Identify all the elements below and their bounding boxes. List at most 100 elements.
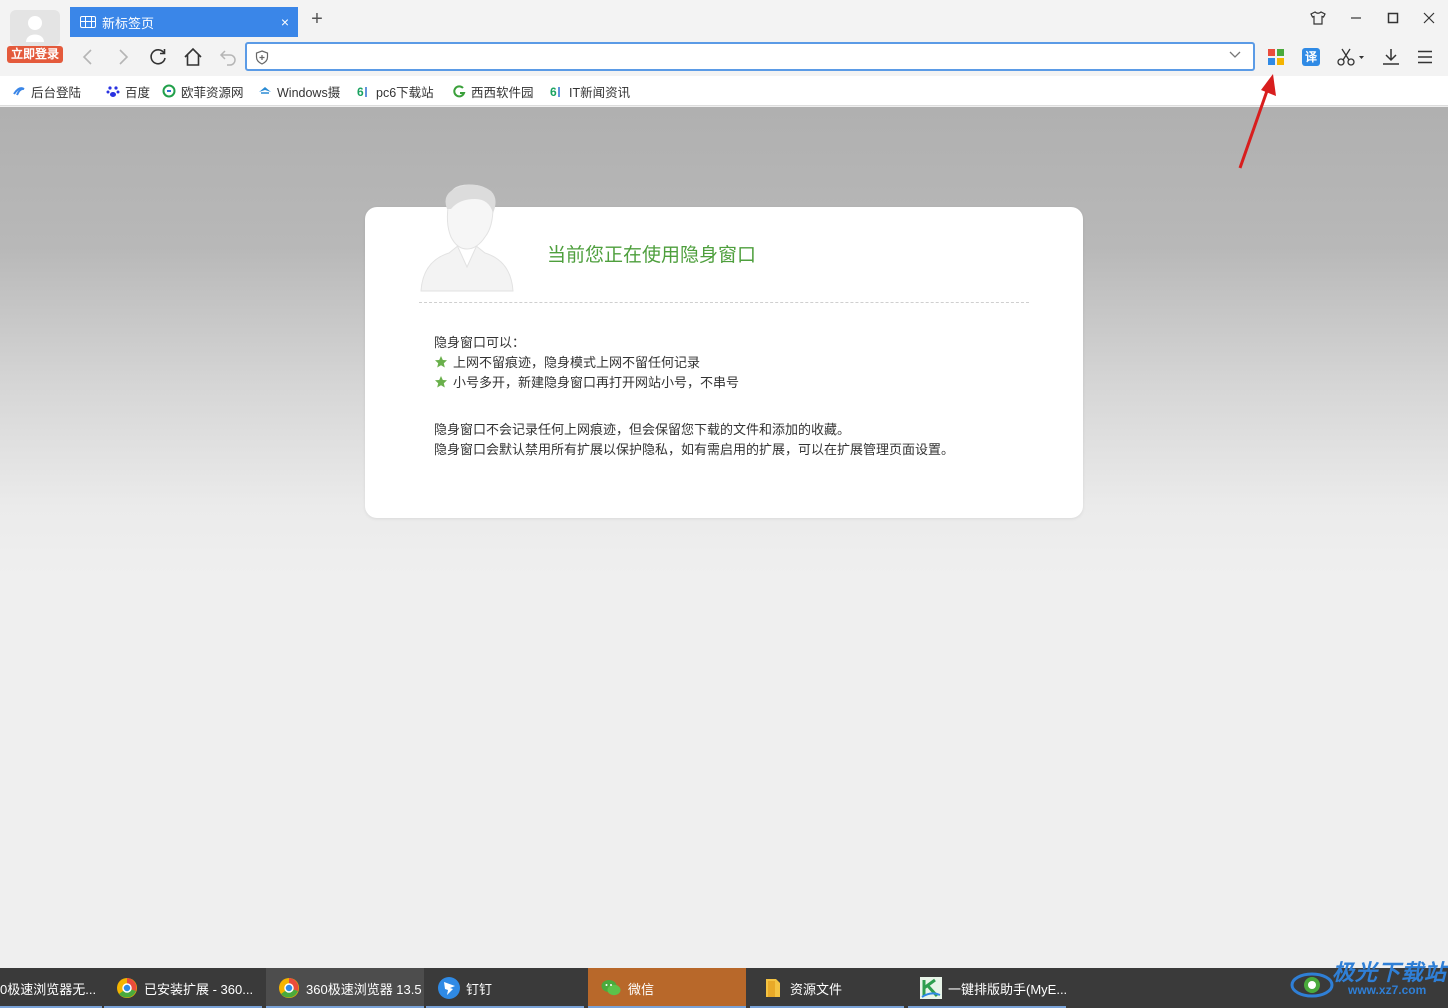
taskbar-label: 一键排版助手(MyE...: [948, 981, 1066, 997]
browser-360-icon: [117, 978, 137, 998]
close-window-button[interactable]: [1411, 4, 1447, 32]
login-badge[interactable]: 立即登录: [7, 46, 63, 63]
g-leaf-icon: [453, 85, 466, 98]
hamburger-menu-icon: [1418, 50, 1432, 64]
refresh-circle-icon: [162, 84, 176, 98]
shield-icon[interactable]: [255, 50, 269, 65]
undo-icon: [219, 50, 236, 66]
skin-button[interactable]: [1300, 4, 1336, 32]
taskbar-label: 已安装扩展 - 360...: [144, 981, 254, 997]
taskbar-item[interactable]: 资源文件: [750, 968, 904, 1008]
bookmark-label: 后台登陆: [31, 85, 82, 100]
pc6-icon: 6: [550, 85, 560, 98]
watermark: 极光下载站 www.xz7.com: [1290, 955, 1448, 1008]
taskbar-item[interactable]: 微信: [588, 968, 746, 1008]
bookmark-item[interactable]: Windows摄: [258, 82, 344, 100]
grid-icon: [80, 16, 96, 28]
refresh-icon: [150, 49, 166, 65]
bookmark-item[interactable]: 欧菲资源网: [162, 82, 244, 100]
undo-close-button[interactable]: [213, 42, 243, 72]
annotation-arrow: [1238, 74, 1276, 169]
translate-button[interactable]: 译: [1298, 44, 1324, 70]
taskbar-label: 0极速浏览器无...: [0, 981, 97, 997]
taskbar-label: 360极速浏览器 13.5: [306, 981, 422, 997]
incognito-note: 隐身窗口不会记录任何上网痕迹，但会保留您下载的文件和添加的收藏。: [434, 422, 851, 437]
chevron-down-icon[interactable]: [1229, 50, 1241, 60]
incognito-title: 当前您正在使用隐身窗口: [547, 245, 757, 266]
incognito-page: 当前您正在使用隐身窗口 隐身窗口可以： 上网不留痕迹，隐身模式上网不留任何记录 …: [0, 107, 1448, 968]
url-input[interactable]: [277, 47, 1207, 66]
pc6-icon: 6: [357, 85, 367, 98]
close-icon: [1423, 12, 1435, 24]
svg-text:6: 6: [357, 85, 364, 98]
screenshot-button[interactable]: [1334, 44, 1370, 70]
taskbar-item[interactable]: 已安装扩展 - 360...: [104, 968, 262, 1008]
folder-icon: [766, 979, 780, 997]
typeset-icon: [920, 977, 942, 999]
bookmark-label: 百度: [125, 85, 151, 100]
extensions-button[interactable]: [1263, 44, 1289, 70]
star-icon: [435, 355, 447, 367]
incognito-card: 当前您正在使用隐身窗口 隐身窗口可以： 上网不留痕迹，隐身模式上网不留任何记录 …: [365, 184, 1083, 518]
back-button[interactable]: [73, 42, 103, 72]
watermark-logo-icon: [1290, 972, 1334, 998]
taskbar-label: 资源文件: [790, 981, 843, 997]
back-arrow-icon: [82, 49, 92, 65]
user-avatar[interactable]: [10, 10, 60, 46]
title-bar: 立即登录 新标签页 × +: [0, 0, 1448, 63]
bookmark-item[interactable]: 后台登陆: [12, 82, 92, 100]
minimize-button[interactable]: [1338, 4, 1374, 32]
feature-item: 小号多开，新建隐身窗口再打开网站小号，不串号: [434, 372, 739, 391]
forward-button[interactable]: [108, 42, 138, 72]
menu-button[interactable]: [1412, 44, 1438, 70]
tab-new-tab[interactable]: 新标签页 ×: [70, 7, 298, 37]
feature-item: 上网不留痕迹，隐身模式上网不留任何记录: [434, 352, 700, 371]
download-icon: [1383, 49, 1399, 65]
bookmark-label: pc6下载站: [376, 85, 434, 100]
windows-hat-icon: [259, 87, 271, 94]
refresh-button[interactable]: [143, 42, 173, 72]
shirt-icon: [1310, 11, 1326, 25]
taskbar-item[interactable]: 一键排版助手(MyE...: [908, 968, 1066, 1008]
bookmark-label: 欧菲资源网: [181, 85, 244, 100]
divider: [419, 302, 1029, 303]
bookmark-label: 西西软件园: [471, 85, 534, 100]
taskbar-label: 钉钉: [466, 981, 493, 997]
minimize-icon: [1351, 17, 1361, 19]
bookmark-item[interactable]: 百度: [106, 82, 156, 100]
taskbar-item[interactable]: 0极速浏览器无...: [0, 968, 102, 1008]
taskbar: 0极速浏览器无... 已安装扩展 - 360... 360极速浏览器 13.5 …: [0, 968, 1448, 1008]
paw-icon: [106, 86, 120, 97]
bookmark-label: Windows摄: [277, 85, 341, 100]
home-button[interactable]: [178, 42, 208, 72]
dingtalk-icon: [438, 977, 460, 999]
browser-360-icon: [279, 978, 299, 998]
taskbar-item[interactable]: 钉钉: [426, 968, 584, 1008]
wechat-icon: [601, 980, 621, 996]
bookmark-item[interactable]: 西西软件园: [452, 82, 536, 100]
bookmark-item[interactable]: 6 IT新闻资讯: [550, 82, 634, 100]
address-bar[interactable]: [245, 42, 1255, 71]
star-icon: [435, 375, 447, 387]
user-avatar-icon: [26, 16, 44, 42]
scissors-icon: [1337, 48, 1364, 66]
incognito-note: 隐身窗口会默认禁用所有扩展以保护隐私，如有需启用的扩展，可以在扩展管理页面设置。: [434, 442, 955, 457]
swirl-icon: [13, 87, 25, 96]
new-tab-button[interactable]: +: [306, 8, 328, 30]
taskbar-item[interactable]: 360极速浏览器 13.5: [266, 968, 424, 1008]
taskbar-label: 微信: [628, 981, 655, 997]
svg-text:6: 6: [550, 85, 557, 98]
maximize-icon: [1387, 12, 1399, 24]
maximize-button[interactable]: [1375, 4, 1411, 32]
feature-text: 小号多开，新建隐身窗口再打开网站小号，不串号: [453, 375, 740, 390]
translate-icon: 译: [1302, 48, 1320, 66]
downloads-button[interactable]: [1378, 44, 1404, 70]
bookmark-label: IT新闻资讯: [569, 85, 631, 100]
extensions-grid-icon: [1268, 49, 1284, 65]
tab-close-button[interactable]: ×: [272, 14, 298, 30]
bookmark-item[interactable]: 6 pc6下载站: [357, 82, 437, 100]
tab-title: 新标签页: [102, 15, 155, 31]
forward-arrow-icon: [119, 49, 129, 65]
features-heading: 隐身窗口可以：: [434, 335, 526, 350]
watermark-url: www.xz7.com: [1348, 983, 1427, 997]
